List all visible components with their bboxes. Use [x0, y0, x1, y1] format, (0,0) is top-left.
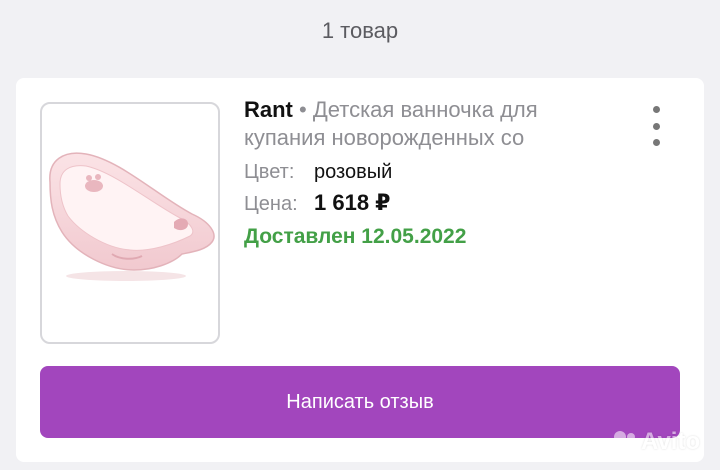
- avito-logo-icon: [614, 431, 637, 454]
- menu-dot: [652, 139, 660, 146]
- price-row: Цена: 1 618 ₽: [244, 190, 390, 216]
- product-title[interactable]: Rant • Детская ванночка для купания ново…: [244, 96, 604, 152]
- order-item-card: Rant • Детская ванночка для купания ново…: [16, 78, 704, 462]
- price-label: Цена:: [244, 193, 298, 215]
- avito-watermark: Avito: [612, 428, 700, 456]
- watermark-text: Avito: [641, 428, 701, 455]
- menu-dot: [652, 122, 660, 130]
- color-value: розовый: [314, 161, 393, 183]
- brand-name: Rant: [244, 97, 293, 122]
- title-separator: •: [299, 97, 307, 122]
- color-row: Цвет: розовый: [244, 161, 392, 184]
- baby-bathtub-image: [49, 152, 215, 281]
- items-count: 1 товар: [321, 18, 399, 43]
- more-vertical-icon[interactable]: [642, 106, 670, 146]
- price-value: 1 618 ₽: [314, 190, 391, 215]
- delivery-status: Доставлен 12.05.2022: [244, 225, 467, 248]
- menu-dot: [652, 106, 660, 113]
- product-image[interactable]: [40, 102, 220, 344]
- color-label: Цвет:: [244, 161, 295, 183]
- write-review-button[interactable]: Написать отзыв: [40, 366, 680, 438]
